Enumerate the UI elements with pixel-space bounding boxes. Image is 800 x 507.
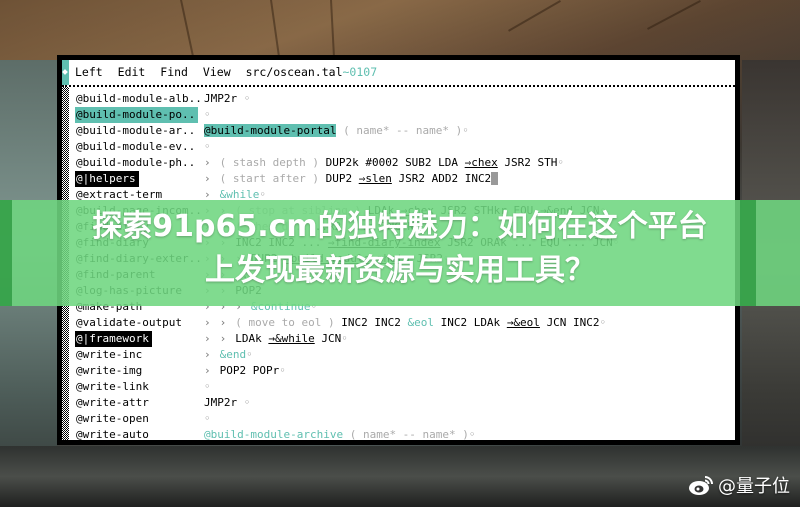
text-cursor: ◦ (491, 172, 498, 185)
menu-edit[interactable]: Edit (118, 65, 146, 79)
code-line: @build-module-archive ( name* -- name* )… (204, 428, 476, 440)
symbol-item-scope[interactable]: @|framework (75, 331, 152, 347)
headline-line-2: 上发现最新资源与实用工具？ (205, 253, 595, 288)
symbol-item[interactable]: @write-auto (75, 428, 149, 440)
symbol-item[interactable]: @write-link (75, 380, 149, 393)
code-line: › ›( move to eol ) INC2 INC2 &eol INC2 LD… (204, 316, 607, 329)
code-line: › &end◦ (204, 348, 253, 361)
code-line: JMP2r ◦ (204, 396, 251, 409)
ceiling-plank (180, 0, 195, 59)
symbol-item-scope[interactable]: @|helpers (75, 171, 139, 187)
cursor-address: ~0107 (342, 65, 378, 79)
code-line: › POP2 POPr◦ (204, 364, 286, 377)
symbol-item[interactable]: @build-module-ar.. (75, 124, 195, 137)
code-line: ◦ (204, 412, 211, 425)
code-line: ›( start after ) DUP2 ⇒slen JSR2 ADD2 IN… (204, 172, 498, 185)
symbol-item[interactable]: @build-module-ev.. (75, 140, 195, 153)
symbol-item[interactable]: @validate-output (75, 316, 182, 329)
ceiling-plank (647, 0, 701, 30)
ceiling-plank (508, 0, 561, 32)
menu-left[interactable]: Left (75, 65, 103, 79)
background-floor (0, 446, 800, 507)
watermark: @量子位 (688, 472, 790, 498)
symbol-item[interactable]: @build-module-alb.. (75, 92, 202, 105)
code-line: ◦ (204, 108, 211, 121)
file-path: src/oscean.tal (245, 65, 343, 79)
ceiling-plank (270, 0, 281, 60)
symbol-item[interactable]: @write-inc (75, 348, 142, 361)
code-line: @build-module-portal ( name* -- name* )◦ (204, 124, 469, 137)
symbol-item[interactable]: @write-img (75, 364, 142, 377)
symbol-item-selected[interactable]: @build-module-po.. (75, 107, 199, 123)
current-label: @build-module-portal (204, 124, 337, 137)
window-handle[interactable] (62, 60, 69, 85)
ceiling-plank (330, 0, 336, 60)
menu-find[interactable]: Find (160, 65, 188, 79)
code-line: ◦ (204, 140, 211, 153)
code-line: › › LDAk →&while JCN◦ (204, 332, 348, 345)
symbol-item[interactable]: @write-attr (75, 396, 149, 409)
symbol-item[interactable]: @write-open (75, 412, 149, 425)
code-line: ›( stash depth ) DUP2k #0002 SUB2 LDA ⇒c… (204, 156, 565, 169)
code-line: JMP2r ◦ (204, 92, 251, 105)
menu-bar: Left Edit Find View src/oscean.tal~0107 (62, 60, 735, 87)
watermark-text: @量子位 (718, 476, 790, 497)
menu-view[interactable]: View (203, 65, 231, 79)
headline-line-1: 探索91p65.cm的独特魅力：如何在这个平台 (92, 209, 708, 244)
headline-text: 探索91p65.cm的独特魅力：如何在这个平台 上发现最新资源与实用工具？ (0, 205, 800, 293)
symbol-item[interactable]: @build-module-ph.. (75, 156, 195, 169)
weibo-icon (688, 474, 714, 496)
code-line: ◦ (204, 380, 211, 393)
